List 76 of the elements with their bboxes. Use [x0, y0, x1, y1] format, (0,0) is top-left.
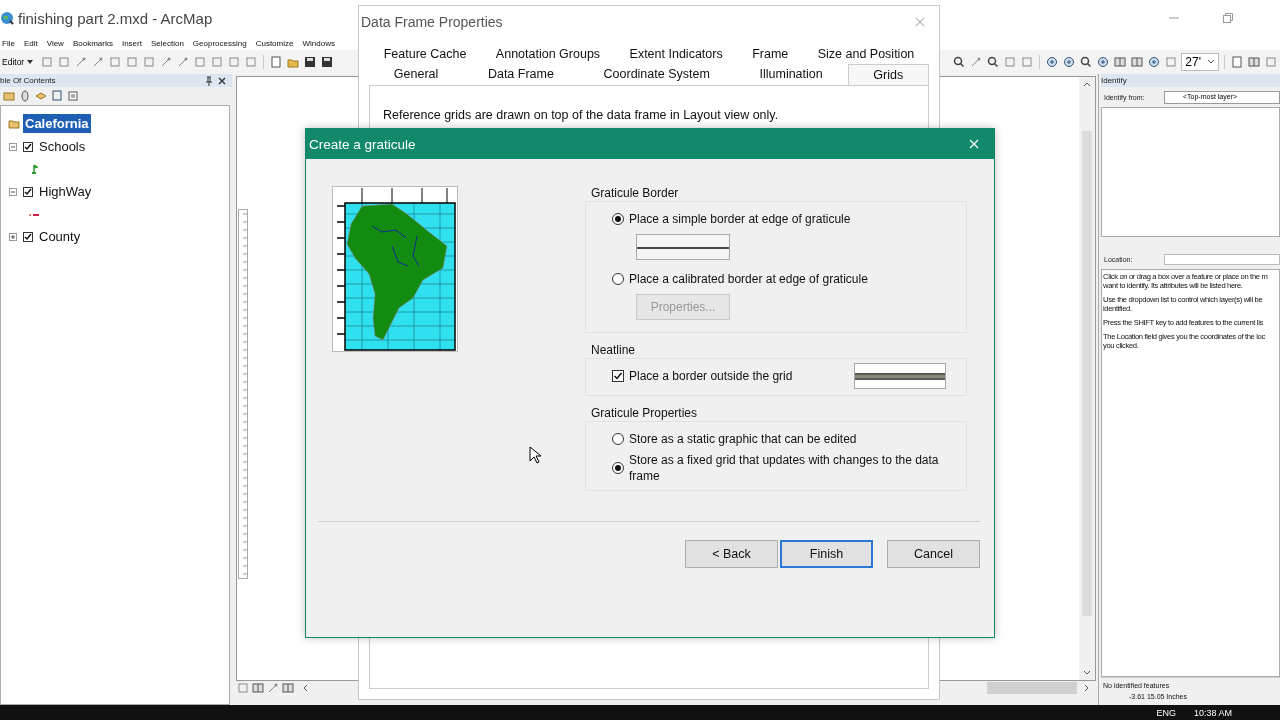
menu-item[interactable]: Geoprocessing — [192, 38, 247, 48]
tool-icon[interactable] — [1148, 56, 1161, 68]
collapse-icon[interactable] — [9, 187, 17, 196]
radio-button[interactable] — [612, 433, 624, 445]
option-label[interactable]: Place a calibrated border at edge of graticule — [629, 271, 868, 287]
panel-title: ble Of Contents — [0, 76, 57, 85]
info-text: Reference grids are drawn on top of the data frame in Layout view only. — [383, 108, 780, 122]
tool-icon[interactable] — [1097, 56, 1110, 68]
tool-icon[interactable] — [1080, 56, 1093, 68]
globe-icon — [0, 11, 14, 25]
option-label[interactable]: Store as a static graphic that can be edited — [629, 431, 857, 447]
option-label[interactable]: Place a simple border at edge of graticule — [629, 211, 851, 227]
radio-button[interactable] — [612, 462, 624, 474]
layer-tool-icon[interactable] — [67, 90, 79, 102]
menu-item[interactable]: Selection — [150, 38, 184, 48]
menu-item[interactable]: Edit — [23, 38, 38, 48]
group-label: Neatline — [590, 343, 637, 358]
wizard-button[interactable]: Cancel — [887, 540, 980, 568]
checkbox[interactable] — [23, 141, 33, 152]
checkbox[interactable] — [612, 370, 624, 382]
group-label: Graticule Properties — [590, 406, 699, 421]
chevron-up-icon — [1083, 81, 1091, 87]
layer-tool-icon[interactable] — [51, 90, 63, 102]
option-label[interactable]: Store as a fixed grid that updates with changes to the data frame — [629, 452, 966, 484]
menu-item[interactable]: File — [2, 38, 15, 48]
expand-icon[interactable] — [9, 232, 17, 241]
chevron-left-icon[interactable] — [302, 684, 308, 692]
menu-item[interactable]: Insert — [121, 38, 142, 48]
layer-label[interactable]: Schools — [39, 139, 86, 154]
layer-tool-icon[interactable] — [3, 90, 15, 102]
tool-icon[interactable] — [1046, 56, 1059, 68]
group-label: Graticule Border — [590, 186, 680, 201]
chevron-right-icon[interactable] — [1084, 684, 1090, 692]
data-frame-icon — [8, 118, 20, 129]
dialog-title: Create a graticule — [309, 136, 417, 152]
checkbox[interactable] — [23, 231, 33, 242]
close-icon[interactable] — [218, 76, 226, 85]
legend-symbol-icon — [29, 164, 39, 174]
layer-tool-icon[interactable] — [19, 90, 31, 102]
tab[interactable]: Grids — [847, 64, 930, 85]
layer-label[interactable]: HighWay — [39, 184, 92, 199]
location-field[interactable] — [1164, 253, 1280, 265]
wizard-button[interactable]: Finish — [780, 540, 873, 568]
scrollbar-thumb[interactable] — [987, 682, 1077, 694]
language-indicator[interactable]: ENG — [1156, 707, 1176, 718]
collapse-icon[interactable] — [9, 142, 17, 151]
checkbox[interactable] — [23, 186, 33, 197]
scale-dropdown[interactable]: 27' — [1181, 53, 1219, 71]
layer-label[interactable]: County — [39, 229, 81, 244]
tool-icon[interactable] — [953, 56, 966, 68]
window-title: finishing part 2.mxd - ArcMap — [18, 9, 213, 27]
tool-icon[interactable] — [1063, 56, 1076, 68]
pin-icon[interactable] — [205, 75, 213, 86]
chevron-down-icon — [1207, 59, 1215, 65]
menu-item[interactable]: View — [46, 38, 64, 48]
clock-text[interactable]: 10:38 AM — [1193, 707, 1232, 718]
data-frame-label[interactable]: Calefornia — [23, 114, 91, 133]
editor-menu[interactable]: Editor — [2, 57, 25, 67]
option-label[interactable]: Place a border outside the grid — [629, 368, 849, 384]
menu-item[interactable]: Bookmarks — [72, 38, 113, 48]
tool-icon[interactable] — [304, 56, 317, 68]
radio-button[interactable] — [612, 213, 624, 225]
wizard-button[interactable]: < Back — [685, 540, 778, 568]
panel-title: Identify — [1101, 76, 1128, 85]
caret-icon — [27, 59, 34, 65]
dialog-title: Data Frame Properties — [361, 14, 504, 30]
tool-icon[interactable] — [987, 56, 1000, 68]
restore-icon[interactable] — [1222, 12, 1234, 24]
chevron-down-icon — [1083, 670, 1091, 676]
menu-item[interactable]: Windows — [302, 38, 335, 48]
tool-icon[interactable] — [321, 56, 334, 68]
layer-tool-icon[interactable] — [35, 90, 47, 102]
radio-button[interactable] — [612, 273, 624, 285]
menu-item[interactable]: Customize — [255, 38, 294, 48]
scrollbar[interactable] — [1079, 77, 1095, 680]
cursor-icon — [529, 446, 541, 464]
